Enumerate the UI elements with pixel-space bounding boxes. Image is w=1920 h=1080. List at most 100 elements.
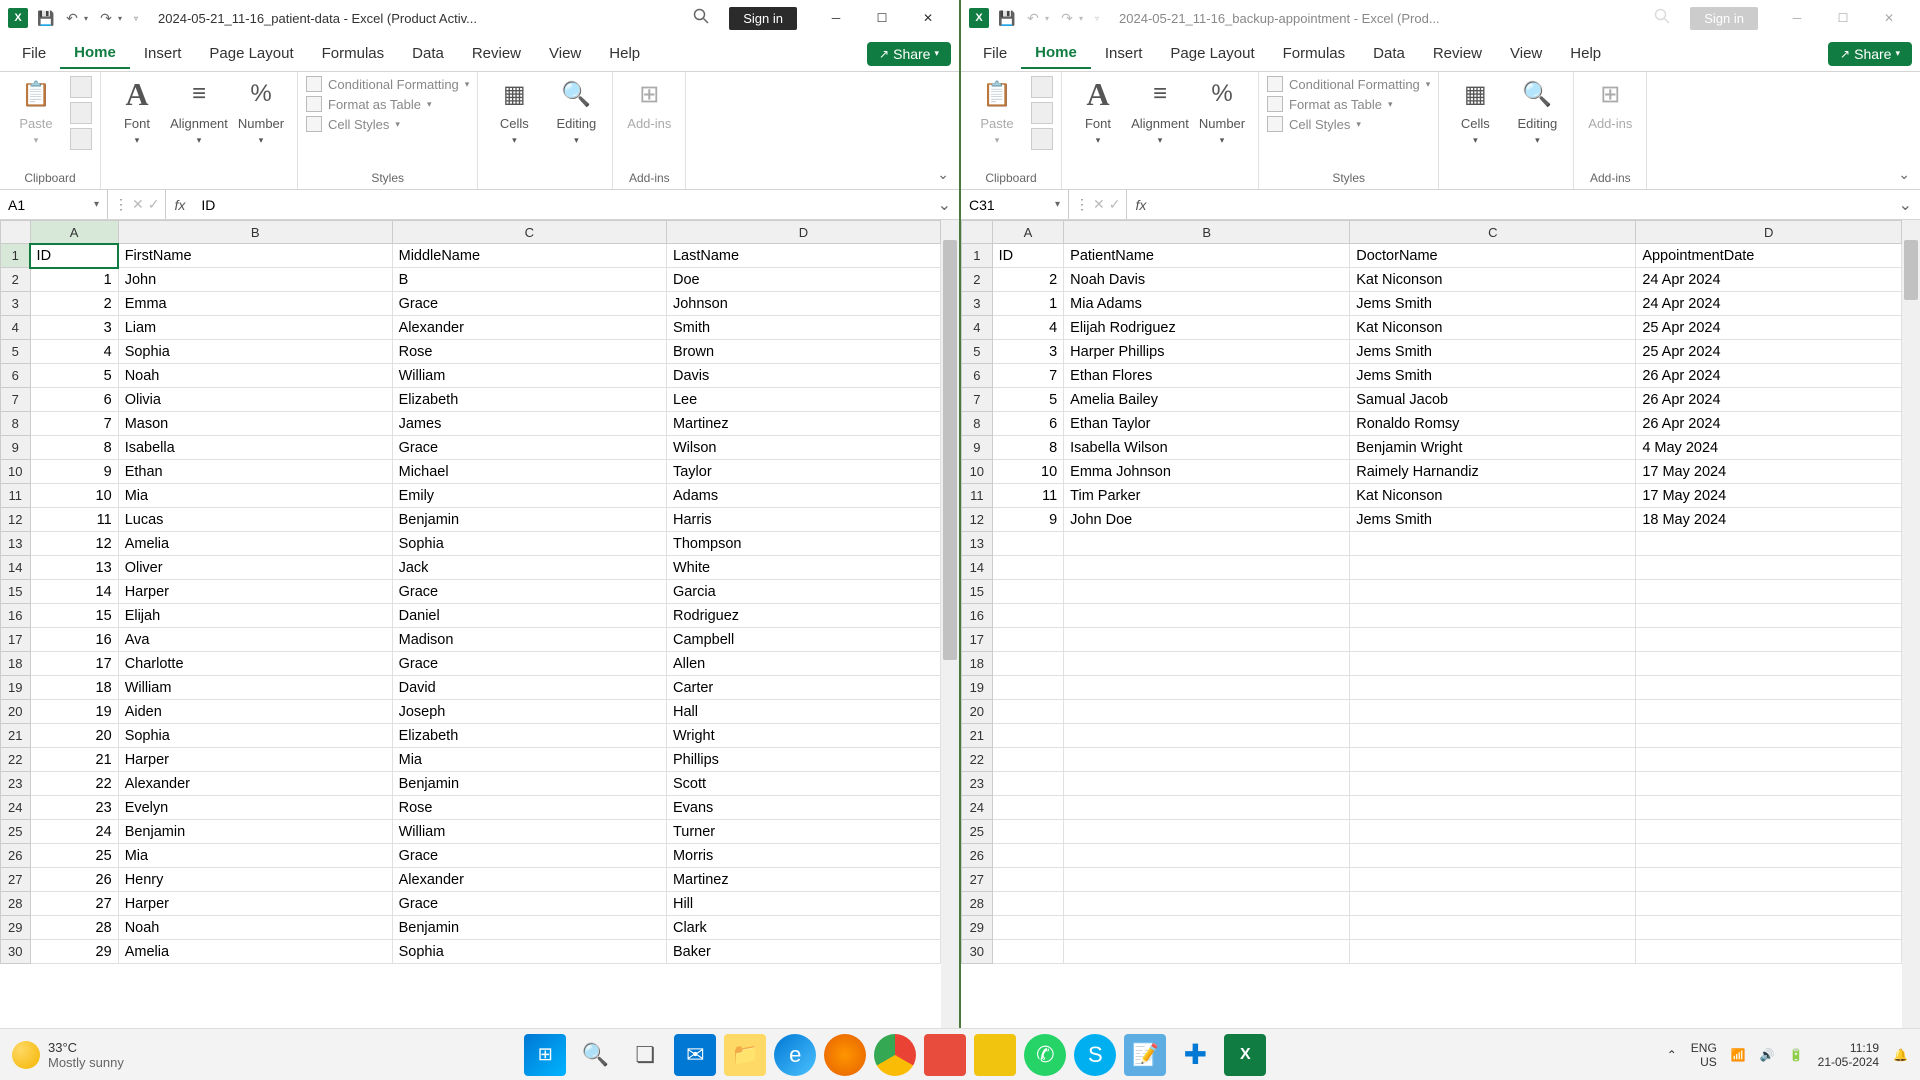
- cell[interactable]: [1350, 652, 1636, 676]
- cell[interactable]: Ava: [118, 628, 392, 652]
- cell[interactable]: 19: [30, 700, 118, 724]
- cell[interactable]: [1064, 532, 1350, 556]
- cell[interactable]: Emma: [118, 292, 392, 316]
- tab-home[interactable]: Home: [1021, 38, 1091, 69]
- cell[interactable]: Martinez: [666, 868, 940, 892]
- cell[interactable]: 18 May 2024: [1636, 508, 1902, 532]
- row-header-6[interactable]: 6: [962, 364, 993, 388]
- tab-file[interactable]: File: [969, 39, 1021, 68]
- column-header-A[interactable]: A: [30, 221, 118, 244]
- cell[interactable]: Noah Davis: [1064, 268, 1350, 292]
- alignment-button[interactable]: ≡Alignment▾: [1132, 76, 1188, 146]
- row-header-14[interactable]: 14: [962, 556, 993, 580]
- cell[interactable]: [1350, 796, 1636, 820]
- cell[interactable]: Wright: [666, 724, 940, 748]
- redo-dropdown-icon[interactable]: ▾: [1079, 14, 1083, 23]
- cell[interactable]: [1350, 892, 1636, 916]
- row-header-18[interactable]: 18: [1, 652, 31, 676]
- cell[interactable]: Scott: [666, 772, 940, 796]
- cell[interactable]: 28: [30, 916, 118, 940]
- cell[interactable]: Benjamin: [392, 772, 666, 796]
- volume-icon[interactable]: 🔊: [1760, 1048, 1775, 1062]
- cell[interactable]: Charlotte: [118, 652, 392, 676]
- edge-icon[interactable]: e: [774, 1034, 816, 1076]
- cell[interactable]: Harper: [118, 748, 392, 772]
- cancel-icon[interactable]: ✕: [1093, 196, 1105, 213]
- row-header-5[interactable]: 5: [962, 340, 993, 364]
- cell[interactable]: Mia: [392, 748, 666, 772]
- collapse-ribbon-button[interactable]: ⌄: [927, 160, 959, 189]
- cell[interactable]: [992, 556, 1064, 580]
- cell[interactable]: 25 Apr 2024: [1636, 316, 1902, 340]
- cell[interactable]: Evelyn: [118, 796, 392, 820]
- column-header-A[interactable]: A: [992, 221, 1064, 244]
- row-header-2[interactable]: 2: [962, 268, 993, 292]
- row-header-11[interactable]: 11: [1, 484, 31, 508]
- tab-insert[interactable]: Insert: [1091, 39, 1157, 68]
- cell[interactable]: Jems Smith: [1350, 292, 1636, 316]
- format-painter-icon[interactable]: [1031, 128, 1053, 150]
- cell[interactable]: [1350, 532, 1636, 556]
- cell[interactable]: William: [392, 364, 666, 388]
- cell[interactable]: 22: [30, 772, 118, 796]
- cell[interactable]: [1350, 628, 1636, 652]
- cell[interactable]: Evans: [666, 796, 940, 820]
- column-header-D[interactable]: D: [666, 221, 940, 244]
- cell[interactable]: Benjamin Wright: [1350, 436, 1636, 460]
- cancel-icon[interactable]: ✕: [132, 196, 144, 213]
- redo-icon[interactable]: ↷: [1057, 8, 1077, 28]
- cell[interactable]: [1064, 580, 1350, 604]
- cell[interactable]: Samual Jacob: [1350, 388, 1636, 412]
- share-button[interactable]: ↗Share▾: [867, 42, 951, 66]
- cell[interactable]: 10: [992, 460, 1064, 484]
- alignment-button[interactable]: ≡Alignment▾: [171, 76, 227, 146]
- column-header-D[interactable]: D: [1636, 221, 1902, 244]
- undo-icon[interactable]: ↶: [62, 8, 82, 28]
- cell[interactable]: Emma Johnson: [1064, 460, 1350, 484]
- row-header-17[interactable]: 17: [962, 628, 993, 652]
- expand-formula-bar-icon[interactable]: ⌄: [930, 195, 959, 215]
- cell[interactable]: Noah: [118, 364, 392, 388]
- spreadsheet-grid[interactable]: ABCD1IDFirstNameMiddleNameLastName21John…: [0, 220, 941, 964]
- notifications-icon[interactable]: 🔔: [1893, 1048, 1908, 1062]
- name-box[interactable]: C31▾: [961, 190, 1069, 219]
- tab-help[interactable]: Help: [1556, 39, 1615, 68]
- cell[interactable]: [1064, 556, 1350, 580]
- row-header-7[interactable]: 7: [1, 388, 31, 412]
- cell[interactable]: Hall: [666, 700, 940, 724]
- cell[interactable]: [1636, 652, 1902, 676]
- row-header-23[interactable]: 23: [1, 772, 31, 796]
- maximize-button[interactable]: ☐: [859, 2, 905, 34]
- row-header-27[interactable]: 27: [962, 868, 993, 892]
- app-icon-3[interactable]: ✚: [1174, 1034, 1216, 1076]
- cell[interactable]: Ronaldo Romsy: [1350, 412, 1636, 436]
- signin-button[interactable]: Sign in: [1690, 7, 1758, 30]
- cell[interactable]: [1636, 940, 1902, 964]
- cell[interactable]: Madison: [392, 628, 666, 652]
- cell[interactable]: Liam: [118, 316, 392, 340]
- format-painter-icon[interactable]: [70, 128, 92, 150]
- cell[interactable]: [1064, 772, 1350, 796]
- addins-button[interactable]: ⊞Add-ins: [1582, 76, 1638, 131]
- cut-icon[interactable]: [70, 76, 92, 98]
- row-header-1[interactable]: 1: [1, 244, 31, 268]
- cell[interactable]: [992, 676, 1064, 700]
- conditional-formatting-button[interactable]: Conditional Formatting▾: [306, 76, 469, 92]
- cell[interactable]: Tim Parker: [1064, 484, 1350, 508]
- cell[interactable]: [992, 844, 1064, 868]
- cut-icon[interactable]: [1031, 76, 1053, 98]
- cell[interactable]: Grace: [392, 844, 666, 868]
- cell[interactable]: 9: [30, 460, 118, 484]
- cell[interactable]: Amelia Bailey: [1064, 388, 1350, 412]
- cell[interactable]: Elizabeth: [392, 724, 666, 748]
- cell[interactable]: LastName: [666, 244, 940, 268]
- cell[interactable]: Harper: [118, 580, 392, 604]
- cell[interactable]: Oliver: [118, 556, 392, 580]
- cell[interactable]: [992, 868, 1064, 892]
- row-header-29[interactable]: 29: [962, 916, 993, 940]
- cell[interactable]: 6: [992, 412, 1064, 436]
- column-header-C[interactable]: C: [1350, 221, 1636, 244]
- cell[interactable]: Raimely Harnandiz: [1350, 460, 1636, 484]
- cell[interactable]: [1350, 820, 1636, 844]
- font-button[interactable]: AFont▾: [109, 76, 165, 146]
